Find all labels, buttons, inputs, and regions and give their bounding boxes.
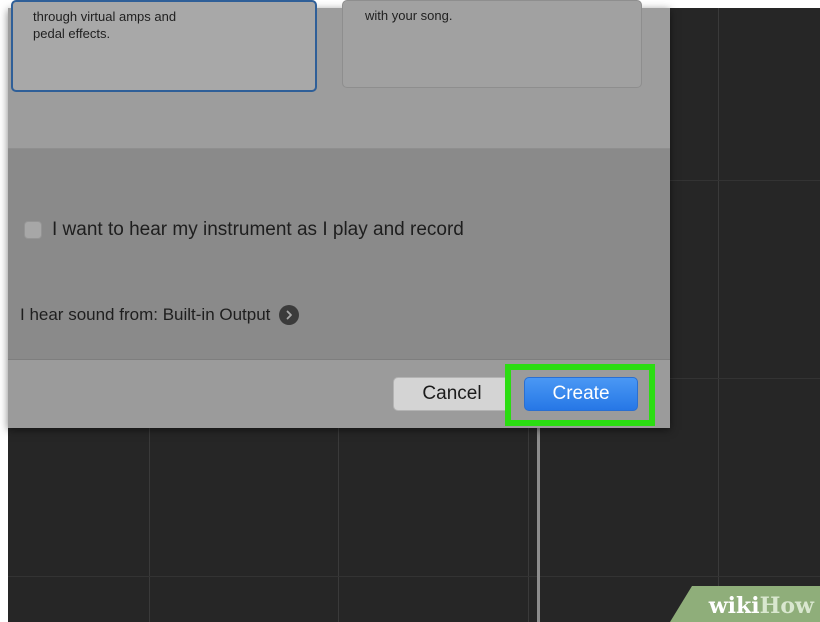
monitor-checkbox-label: I want to hear my instrument as I play a… [52,219,464,240]
dialog-button-bar: Cancel Create [8,359,670,428]
instrument-card-other[interactable]: with your song. [342,0,642,88]
screen: through virtual amps and pedal effects. … [0,0,820,622]
instrument-card-guitar[interactable]: through virtual amps and pedal effects. [11,0,317,92]
divider [8,359,670,360]
monitor-checkbox[interactable] [24,221,42,239]
grid-line [8,576,820,577]
watermark-how: How [759,593,814,619]
playhead[interactable] [537,420,540,622]
output-device-name: Built-in Output [162,305,271,324]
output-prefix-label: I hear sound from: [20,305,163,324]
divider [8,148,670,149]
watermark-logo-text: wikiHow [709,593,814,619]
output-device-row: I hear sound from: Built-in Output [20,302,300,328]
cancel-button[interactable]: Cancel [393,377,511,411]
create-button[interactable]: Create [524,377,638,411]
monitor-option[interactable]: I want to hear my instrument as I play a… [24,217,464,243]
new-project-dialog: through virtual amps and pedal effects. … [8,0,670,428]
card-description: through virtual amps and pedal effects. [33,9,177,41]
instrument-choice-area: through virtual amps and pedal effects. … [8,0,670,148]
chevron-right-circle-icon[interactable] [279,305,300,325]
watermark-wiki: wiki [708,593,760,619]
card-description: with your song. [365,8,453,23]
wikihow-watermark: wikiHow [670,586,820,622]
grid-line [718,8,719,622]
